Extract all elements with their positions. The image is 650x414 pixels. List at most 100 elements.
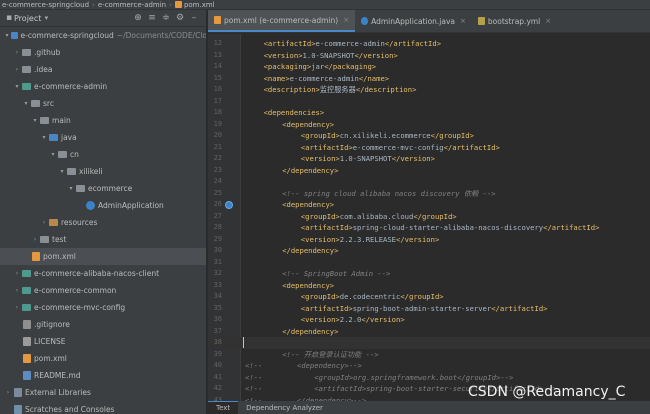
close-icon[interactable]: × [460, 17, 466, 25]
breadcrumb: e-commerce-springcloud › e-commerce-admi… [0, 0, 650, 10]
chevron-right-icon[interactable]: › [13, 304, 21, 311]
tree-item[interactable]: ▾ e-commerce-admin [0, 78, 206, 95]
line-number: 33 [213, 280, 222, 289]
xml-tag: </dependency> [282, 246, 339, 255]
tree-item[interactable]: README.md [0, 367, 206, 384]
chevron-right-icon[interactable]: › [31, 236, 39, 243]
close-icon[interactable]: × [545, 17, 551, 25]
bottom-tab[interactable]: Text [208, 401, 239, 414]
line-number: 31 [213, 257, 222, 266]
editor-tab-label: bootstrap.yml [487, 16, 541, 26]
line-number: 23 [213, 165, 222, 174]
breadcrumb-module[interactable]: e-commerce-admin [98, 1, 166, 9]
line-number: 39 [213, 349, 222, 358]
gear-icon[interactable]: ⚙ [175, 13, 185, 23]
tree-item[interactable]: ▾ e-commerce-springcloud ~/Documents/CODE/… [0, 27, 206, 44]
line-number: 42 [213, 384, 222, 392]
chevron-right-icon[interactable]: › [13, 287, 21, 294]
editor-tab[interactable]: AdminApplication.java × [355, 10, 472, 32]
tree-item[interactable]: › e-commerce-alibaba-nacos-client [0, 265, 206, 282]
xml-tag: </dependency> [282, 326, 339, 336]
bottom-tab[interactable]: Dependency Analyzer [238, 401, 331, 414]
code-line: 15 <name>e-commerce-admin</name> [208, 73, 650, 85]
tree-item[interactable]: ▾ cn [0, 146, 206, 163]
code-line: 39 <!-- 开启登录认证功能 --> [208, 349, 650, 361]
dropdown-chevron-icon[interactable]: ▾ [41, 13, 51, 23]
tree-item[interactable]: › test [0, 231, 206, 248]
project-panel-title[interactable]: Project [14, 14, 41, 23]
tree-item-label: External Libraries [25, 388, 91, 397]
tree-item-label: e-commerce-admin [34, 82, 108, 91]
tree-item[interactable]: › e-commerce-common [0, 282, 206, 299]
line-number: 27 [213, 211, 222, 220]
tree-item[interactable]: ▾ src [0, 95, 206, 112]
line-number: 34 [213, 292, 222, 300]
line-number: 16 [213, 85, 222, 93]
folder-icon [49, 219, 58, 226]
tree-item-label: README.md [34, 371, 81, 380]
xml-tag: </artifactId> [443, 142, 500, 152]
tree-item[interactable]: ▾ xilikeli [0, 163, 206, 180]
tree-item-label: .github [34, 48, 61, 57]
tree-item[interactable]: ▾ main [0, 112, 206, 129]
breadcrumb-project[interactable]: e-commerce-springcloud [2, 1, 89, 9]
tree-item[interactable]: .gitignore [0, 316, 206, 333]
editor-tab[interactable]: bootstrap.yml × [472, 10, 557, 32]
tree-item[interactable]: › External Libraries [0, 384, 206, 401]
minimize-icon[interactable]: – [189, 13, 199, 23]
code-text: </dependency> [282, 245, 338, 257]
code-line: 24 [208, 176, 650, 188]
tree-item-label: ecommerce [88, 184, 133, 193]
chevron-down-icon[interactable]: ▾ [22, 100, 30, 107]
tree-item[interactable]: ▾ ecommerce [0, 180, 206, 197]
expand-all-icon[interactable]: ≡ [147, 13, 157, 23]
tree-item-label: AdminApplication [98, 201, 164, 210]
tree-item[interactable]: › e-commerce-mvc-config [0, 299, 206, 316]
locate-file-icon[interactable]: ⊕ [133, 13, 143, 23]
code-line: 38 [208, 337, 650, 349]
chevron-down-icon[interactable]: ▾ [4, 32, 10, 39]
chevron-down-icon[interactable]: ▾ [49, 151, 57, 158]
chevron-right-icon[interactable]: › [4, 389, 12, 396]
code-text: <!-- 开启登录认证功能 --> [282, 349, 378, 361]
chevron-down-icon[interactable]: ▾ [67, 185, 75, 192]
breadcrumb-file[interactable]: pom.xml [184, 1, 215, 9]
tree-item[interactable]: pom.xml [0, 350, 206, 367]
tree-item[interactable]: pom.xml [0, 248, 206, 265]
chevron-right-icon[interactable]: › [13, 49, 21, 56]
chevron-right-icon[interactable]: › [13, 66, 21, 73]
code-line: 22 <version>1.0-SNAPSHOT</version> [208, 153, 650, 165]
code-line: 36 <version>2.2.0</version> [208, 314, 650, 326]
tree-item[interactable]: › .github [0, 44, 206, 61]
editor-area: pom.xml (e-commerce-admin) × AdminApplicat… [208, 10, 650, 401]
code-view[interactable]: 12 <artifactId>e-commerce-admin</artifact… [208, 34, 650, 401]
folder-icon [58, 151, 67, 158]
code-text: </dependency> [282, 326, 338, 338]
chevron-down-icon[interactable]: ▾ [58, 168, 66, 175]
editor-tab[interactable]: pom.xml (e-commerce-admin) × [208, 10, 356, 32]
tree-item[interactable]: AdminApplication [0, 197, 206, 214]
chevron-right-icon[interactable]: › [13, 270, 21, 277]
tree-item[interactable]: › .idea [0, 61, 206, 78]
chevron-down-icon[interactable]: ▾ [31, 117, 39, 124]
code-line: 40 <!-- <dependency>--> [208, 360, 650, 372]
xml-tag: </groupId> [400, 292, 444, 301]
gutter-marker-icon[interactable] [225, 201, 233, 209]
chevron-down-icon[interactable]: ▾ [40, 134, 48, 141]
chevron-right-icon[interactable]: › [40, 219, 48, 226]
project-view-icon[interactable]: ▪ [4, 13, 14, 23]
tree-item[interactable]: LICENSE [0, 333, 206, 350]
collapse-all-icon[interactable]: ≑ [161, 13, 171, 23]
tree-item[interactable]: › resources [0, 214, 206, 231]
tree-item[interactable]: Scratches and Consoles [0, 401, 206, 414]
chevron-down-icon[interactable]: ▾ [13, 83, 21, 90]
tree-item[interactable]: ▾ java [0, 129, 206, 146]
xml-tag: </version> [396, 234, 440, 244]
xml-tag: <packaging> [263, 62, 312, 71]
code-line: 16 <description>监控服务器</description> [208, 84, 650, 96]
close-icon[interactable]: × [343, 16, 349, 24]
xml-tag: <groupId> [300, 292, 340, 301]
code-text: <artifactId>spring-boot-admin-starter-se… [301, 303, 548, 315]
line-number: 15 [213, 73, 222, 82]
line-number: 41 [213, 372, 222, 381]
